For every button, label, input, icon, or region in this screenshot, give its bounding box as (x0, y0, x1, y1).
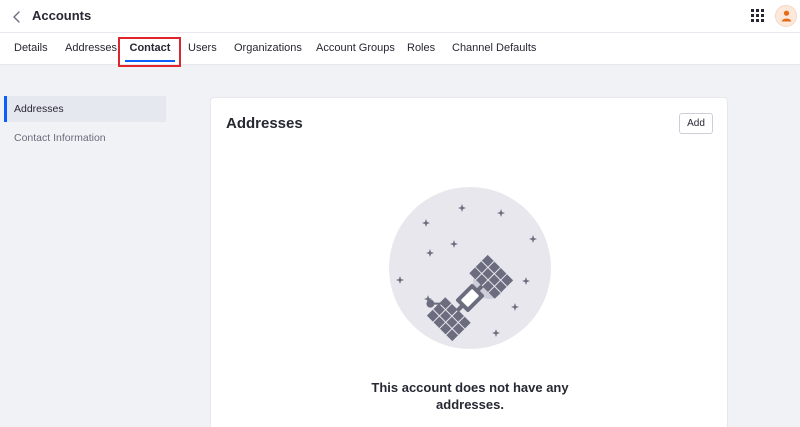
addresses-card: Addresses Add This account does not have… (210, 97, 728, 427)
page-title: Accounts (32, 8, 92, 23)
tab-organizations[interactable]: Organizations (234, 33, 302, 65)
tab-bar: Details Addresses Contact Users Organiza… (0, 33, 800, 65)
tab-roles[interactable]: Roles (407, 33, 435, 65)
sidebar-nav: Addresses Contact Information (4, 96, 166, 154)
tab-contact-label: Contact (129, 42, 171, 54)
avatar[interactable] (775, 5, 797, 27)
tab-account-groups[interactable]: Account Groups (316, 33, 395, 65)
top-bar: Accounts (0, 0, 800, 33)
chevron-left-icon[interactable] (10, 10, 24, 24)
tab-channel-defaults[interactable]: Channel Defaults (452, 33, 536, 65)
card-title: Addresses (226, 115, 303, 132)
empty-state-message: This account does not have any addresses… (371, 380, 569, 412)
sidebar-item-addresses[interactable]: Addresses (4, 96, 166, 122)
user-icon (781, 10, 792, 22)
tab-contact[interactable]: Contact (123, 33, 177, 65)
add-button[interactable]: Add (679, 113, 713, 134)
sidebar-item-contact-information[interactable]: Contact Information (4, 125, 166, 151)
grid-icon[interactable] (751, 9, 764, 22)
tab-addresses[interactable]: Addresses (65, 33, 117, 65)
tab-users[interactable]: Users (188, 33, 217, 65)
active-tab-indicator (125, 60, 175, 62)
tab-details[interactable]: Details (14, 33, 48, 65)
satellite-icon (389, 187, 551, 349)
